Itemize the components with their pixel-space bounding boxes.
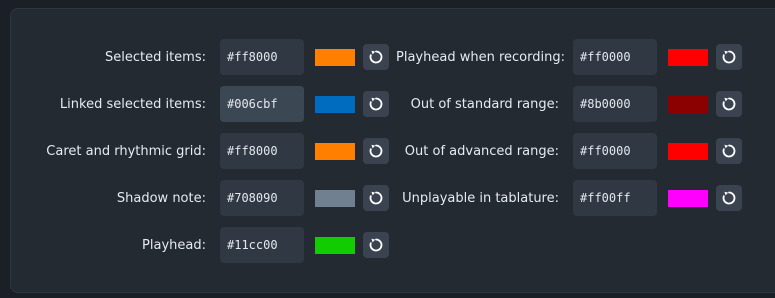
setting-row-out-of-standard-range: Out of standard range: #8b0000 xyxy=(396,86,742,122)
reset-button[interactable] xyxy=(363,91,389,117)
reset-button[interactable] xyxy=(716,185,742,211)
hex-input[interactable]: #ff0000 xyxy=(573,39,657,75)
setting-label: Playhead when recording: xyxy=(396,49,565,65)
reset-icon xyxy=(369,144,383,158)
color-swatch[interactable] xyxy=(315,142,355,160)
reset-button[interactable] xyxy=(716,138,742,164)
reset-icon xyxy=(369,191,383,205)
setting-label: Out of standard range: xyxy=(410,96,559,112)
setting-label: Playhead: xyxy=(142,237,206,253)
setting-row-out-of-advanced-range: Out of advanced range: #ff0000 xyxy=(396,133,742,169)
hex-input[interactable]: #ff8000 xyxy=(220,133,304,169)
color-swatch[interactable] xyxy=(668,189,708,207)
reset-button[interactable] xyxy=(716,44,742,70)
setting-label: Out of advanced range: xyxy=(404,143,559,159)
color-swatch[interactable] xyxy=(668,48,708,66)
hex-input[interactable]: #ff8000 xyxy=(220,39,304,75)
setting-label: Unplayable in tablature: xyxy=(402,190,559,206)
color-swatch[interactable] xyxy=(315,189,355,207)
color-swatch[interactable] xyxy=(668,142,708,160)
color-swatch[interactable] xyxy=(315,95,355,113)
setting-row-shadow-note: Shadow note: #708090 xyxy=(11,180,389,216)
color-swatch[interactable] xyxy=(668,95,708,113)
hex-input[interactable]: #ff0000 xyxy=(573,133,657,169)
hex-input[interactable]: #8b0000 xyxy=(573,86,657,122)
setting-row-caret-rhythmic-grid: Caret and rhythmic grid: #ff8000 xyxy=(11,133,389,169)
color-settings-panel: Selected items: #ff8000 Linked selected … xyxy=(10,8,775,293)
setting-row-playhead-recording: Playhead when recording: #ff0000 xyxy=(396,39,742,75)
setting-row-unplayable-tablature: Unplayable in tablature: #ff00ff xyxy=(396,180,742,216)
setting-row-selected-items: Selected items: #ff8000 xyxy=(11,39,389,75)
reset-icon xyxy=(722,97,736,111)
hex-input[interactable]: #ff00ff xyxy=(573,180,657,216)
setting-row-linked-selected-items: Linked selected items: #006cbf xyxy=(11,86,389,122)
hex-input[interactable]: #11cc00 xyxy=(220,227,304,263)
hex-input[interactable]: #006cbf xyxy=(220,86,304,122)
setting-label: Shadow note: xyxy=(116,190,206,206)
reset-button[interactable] xyxy=(716,91,742,117)
setting-row-playhead: Playhead: #11cc00 xyxy=(11,227,389,263)
setting-label: Linked selected items: xyxy=(59,96,206,112)
setting-label: Caret and rhythmic grid: xyxy=(46,143,206,159)
reset-icon xyxy=(722,191,736,205)
reset-icon xyxy=(722,50,736,64)
hex-input[interactable]: #708090 xyxy=(220,180,304,216)
reset-icon xyxy=(369,238,383,252)
reset-button[interactable] xyxy=(363,44,389,70)
color-swatch[interactable] xyxy=(315,236,355,254)
reset-button[interactable] xyxy=(363,185,389,211)
reset-icon xyxy=(369,97,383,111)
reset-button[interactable] xyxy=(363,138,389,164)
reset-icon xyxy=(722,144,736,158)
reset-button[interactable] xyxy=(363,232,389,258)
setting-label: Selected items: xyxy=(104,49,206,65)
reset-icon xyxy=(369,50,383,64)
color-swatch[interactable] xyxy=(315,48,355,66)
